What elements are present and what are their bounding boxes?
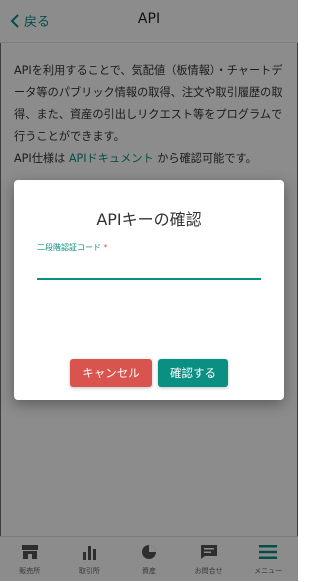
api-key-confirm-dialog: APIキーの確認 二段階認証コード * キャンセル 確認する — [14, 180, 284, 400]
two-factor-code-input[interactable] — [37, 256, 261, 280]
cancel-button[interactable]: キャンセル — [70, 359, 152, 387]
confirm-button[interactable]: 確認する — [158, 359, 228, 387]
dialog-title: APIキーの確認 — [96, 210, 202, 229]
required-mark: * — [103, 243, 108, 252]
two-factor-code-label: 二段階認証コード * — [37, 242, 108, 253]
two-factor-label-text: 二段階認証コード — [37, 243, 101, 252]
